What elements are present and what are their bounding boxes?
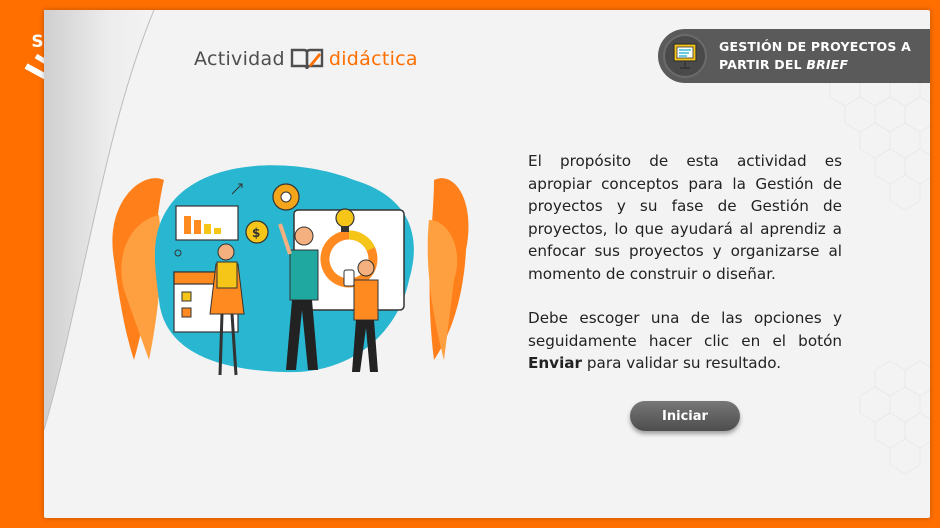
description-paragraph-2: Debe escoger una de las opciones y segui…: [528, 307, 842, 375]
brand-suffix: didáctica: [328, 48, 418, 70]
topic-badge: GESTIÓN DE PROYECTOS A PARTIR DEL BRIEF: [658, 29, 930, 83]
description-paragraph-1: El propósito de esta actividad es apropi…: [528, 152, 842, 283]
presentation-board-icon: [673, 43, 697, 69]
slide-stage: SENA: [0, 0, 940, 528]
topic-line2: PARTIR DEL BRIEF: [719, 56, 911, 74]
paragraph2-prefix: Debe escoger una de las opciones y segui…: [528, 309, 842, 350]
topic-line2-prefix: PARTIR DEL: [719, 57, 807, 72]
topic-icon-circle: [663, 34, 707, 78]
start-button[interactable]: Iniciar: [630, 401, 740, 431]
topic-line1: GESTIÓN DE PROYECTOS A: [719, 39, 911, 54]
topic-title: GESTIÓN DE PROYECTOS A PARTIR DEL BRIEF: [719, 38, 911, 74]
team-illustration: $: [112, 165, 469, 376]
activity-brand: Actividad didáctica: [194, 44, 418, 74]
brand-prefix: Actividad: [194, 48, 285, 70]
book-pencil-icon: [290, 48, 324, 70]
svg-text:$: $: [252, 226, 260, 240]
activity-description: El propósito de esta actividad es apropi…: [528, 150, 842, 397]
topic-line2-emph: BRIEF: [806, 57, 849, 72]
paragraph2-bold: Enviar: [528, 354, 583, 372]
paragraph2-suffix: para validar su resultado.: [582, 354, 782, 372]
